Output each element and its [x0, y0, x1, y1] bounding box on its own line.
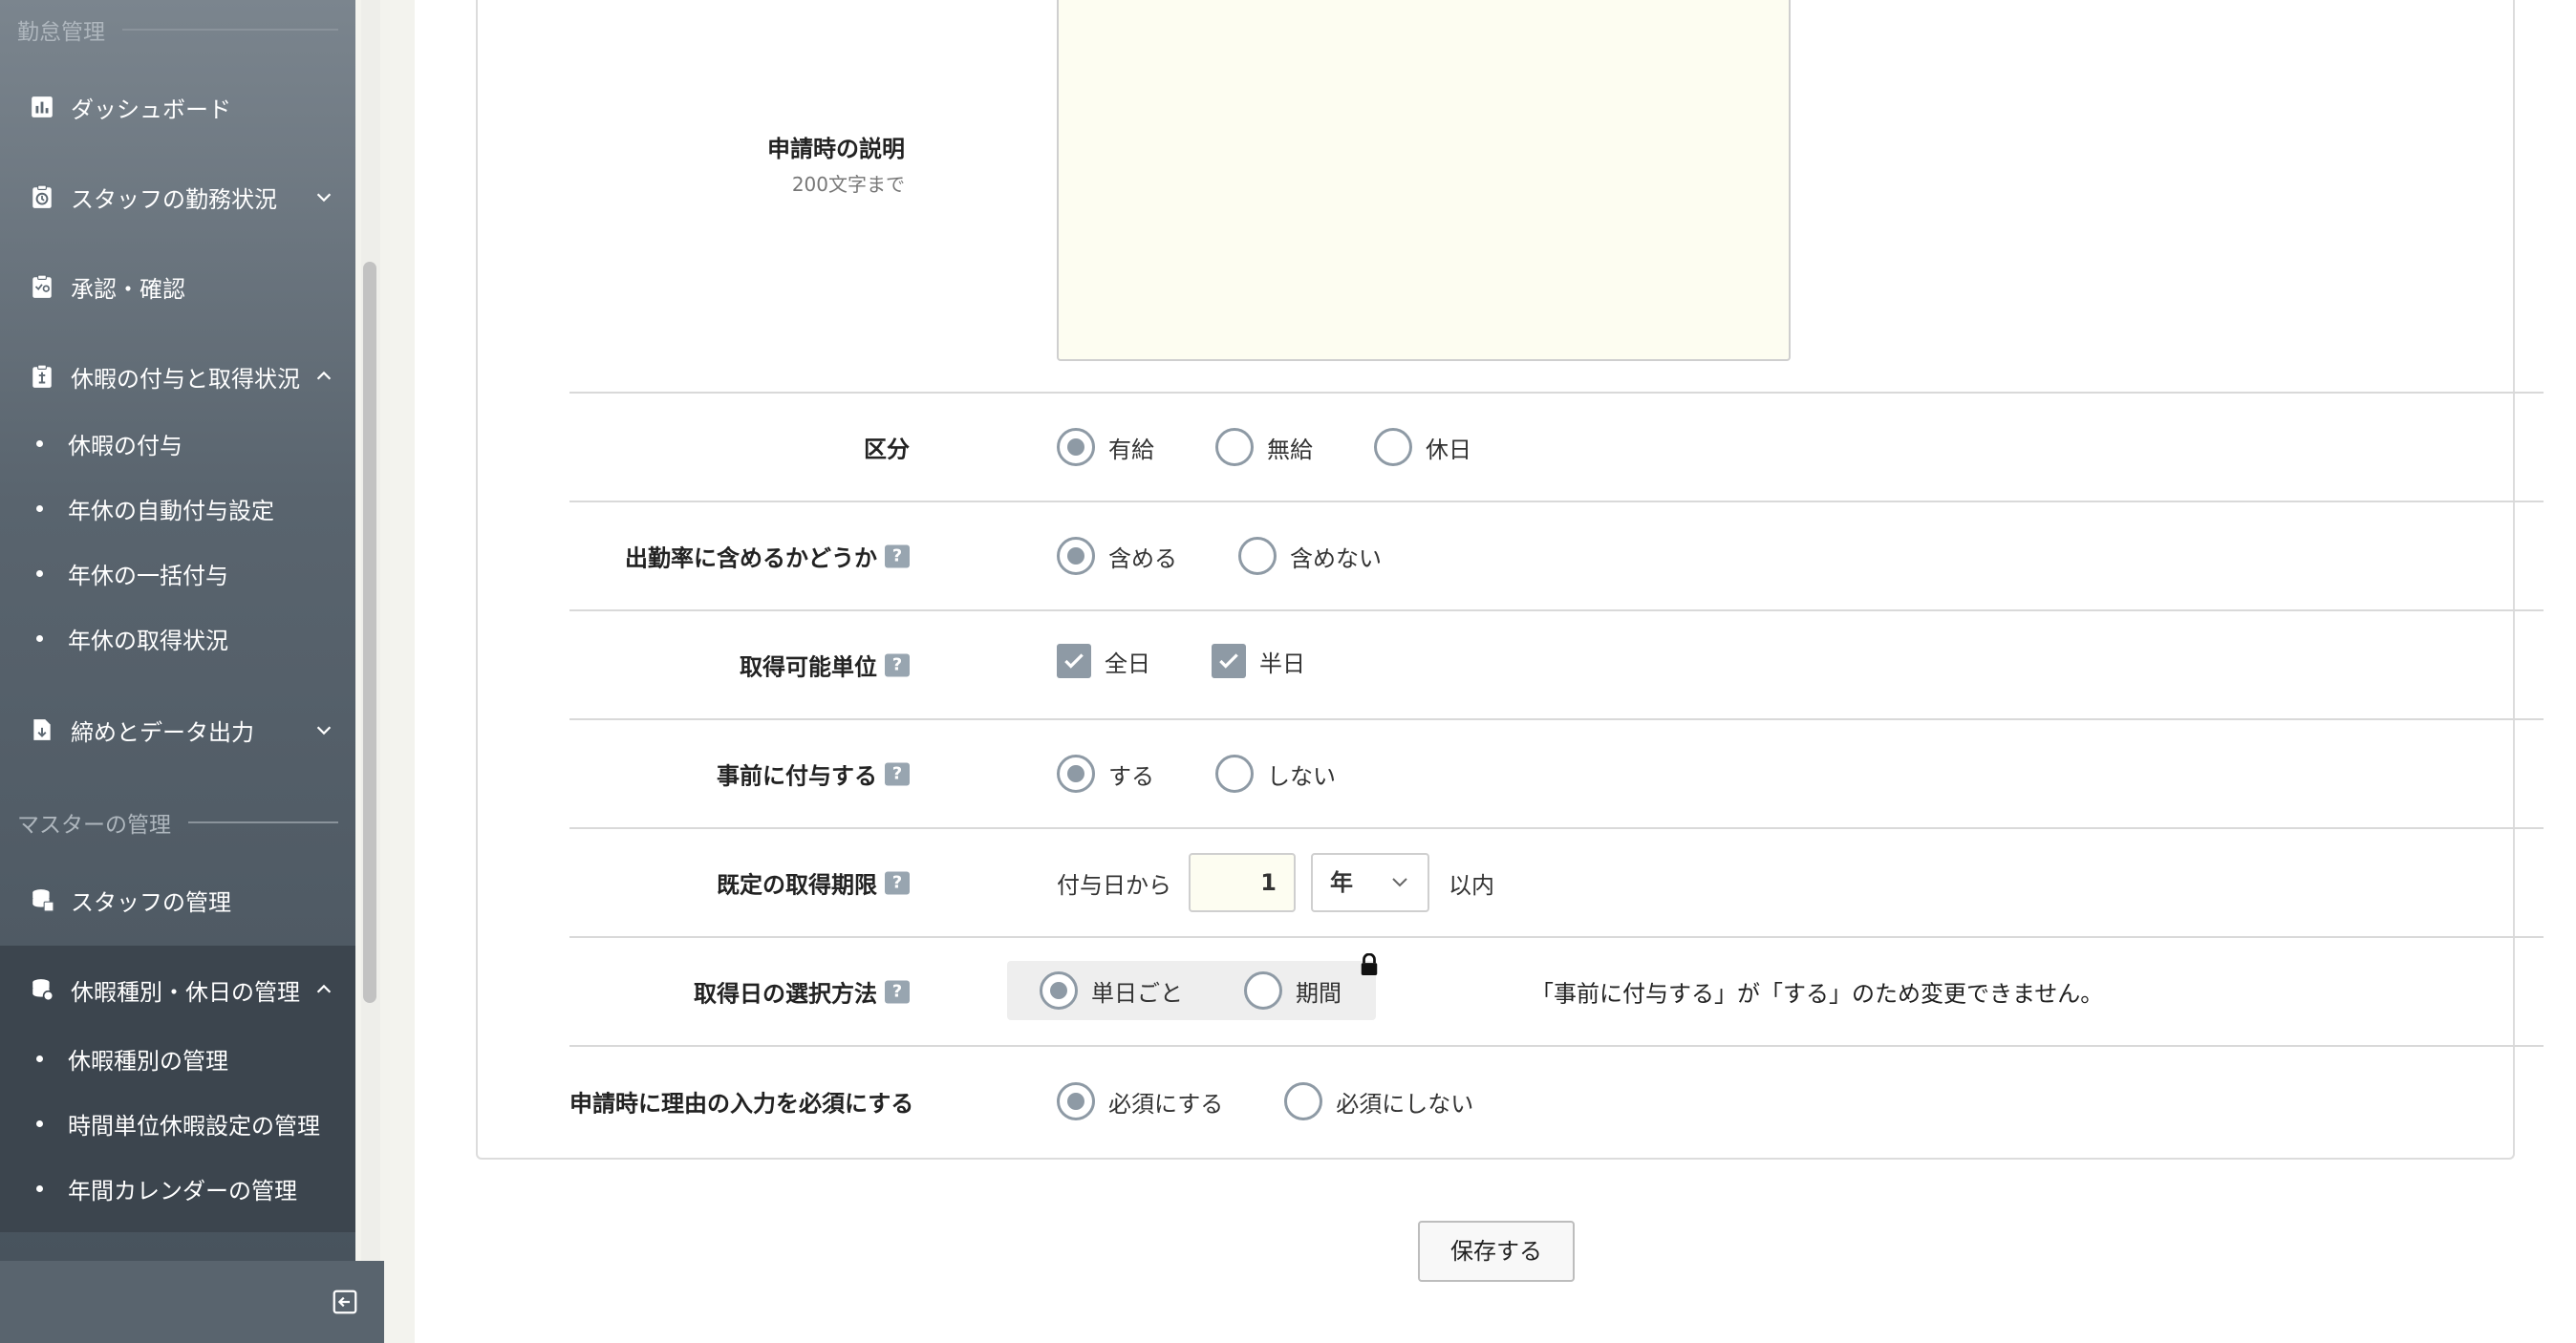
row-category: 区分 有給 無給 休日 [569, 394, 2544, 502]
radio-single-day: 単日ごと [1040, 971, 1183, 1010]
leave-clipboard-icon [29, 363, 55, 390]
row-date-method: 取得日の選択方法? 単日ごと 期間 「事前に付与する」が「する」のため変更できま… [569, 938, 2544, 1047]
save-button[interactable]: 保存する [1418, 1221, 1575, 1282]
sidebar: 勤怠管理 ダッシュボード スタッフの勤務状況 承認・確認 休暇の付与と取得状況 … [0, 0, 384, 1343]
period-unit-select[interactable]: 年 [1311, 853, 1429, 912]
radio-unpaid[interactable]: 無給 [1215, 428, 1313, 466]
radio-required[interactable]: 必須にする [1057, 1082, 1223, 1120]
radio-paid[interactable]: 有給 [1057, 428, 1154, 466]
units-checkbox-group: 全日 半日 [1057, 644, 1366, 678]
category-label: 区分 [864, 436, 910, 463]
help-icon[interactable]: ? [885, 762, 910, 785]
date-method-locked-group: 単日ごと 期間 [1007, 961, 1376, 1020]
layout-gutter [384, 0, 415, 1343]
sidebar-subitem-leave-status[interactable]: 年休の取得状況 [0, 611, 355, 665]
reason-required-label: 申請時に理由の入力を必須にする [569, 1090, 914, 1118]
sidebar-item-staff-attendance[interactable]: スタッフの勤務状況 [0, 168, 355, 225]
chevron-down-icon [316, 726, 332, 735]
attendance-rate-radio-group: 含める 含めない [1057, 537, 1443, 575]
chevron-up-icon [316, 371, 332, 380]
sidebar-scrollbar-thumb[interactable] [363, 262, 376, 1003]
description-textarea[interactable] [1057, 0, 1791, 361]
help-icon[interactable]: ? [885, 980, 910, 1003]
chevron-down-icon [316, 193, 332, 203]
date-method-label: 取得日の選択方法? [694, 975, 910, 1009]
row-units: 取得可能単位? 全日 半日 [569, 611, 2544, 720]
leave-type-form: 申請時の説明 200文字まで 区分 有給 無給 休日 出勤率に含めるかどうか? … [476, 0, 2544, 1160]
advance-grant-radio-group: する しない [1057, 755, 1397, 793]
chart-icon [29, 94, 55, 120]
help-icon[interactable]: ? [885, 871, 910, 894]
sidebar-item-dashboard[interactable]: ダッシュボード [0, 78, 355, 136]
sidebar-subitem-hourly-leave[interactable]: 時間単位休暇設定の管理 [0, 1097, 355, 1150]
locked-note: 「事前に付与する」が「する」のため変更できません。 [1531, 980, 2104, 1008]
sidebar-subitem-leave-grant[interactable]: 休暇の付与 [0, 416, 355, 470]
sidebar-item-staff-management[interactable]: スタッフの管理 [0, 871, 355, 928]
sidebar-subitem-leave-type-management[interactable]: 休暇種別の管理 [0, 1032, 355, 1085]
units-label: 取得可能単位? [740, 649, 910, 682]
radio-include[interactable]: 含める [1057, 537, 1177, 575]
chevron-down-icon [1392, 878, 1407, 887]
default-period-controls: 付与日から 1 年 以内 [1057, 853, 1494, 912]
help-icon[interactable]: ? [885, 653, 910, 676]
section-header-master: マスターの管理 [17, 806, 338, 839]
sidebar-item-approval[interactable]: 承認・確認 [0, 258, 355, 315]
lock-icon [1361, 953, 1378, 975]
period-suffix-text: 以内 [1449, 871, 1494, 899]
sidebar-nav: 勤怠管理 ダッシュボード スタッフの勤務状況 承認・確認 休暇の付与と取得状況 … [0, 0, 355, 1261]
database-icon [29, 886, 55, 913]
sidebar-item-leave-types[interactable]: 休暇種別・休日の管理 [0, 961, 355, 1018]
sidebar-subitem-annual-calendar[interactable]: 年間カレンダーの管理 [0, 1162, 355, 1215]
main-content: 申請時の説明 200文字まで 区分 有給 無給 休日 出勤率に含めるかどうか? … [415, 0, 2576, 1343]
collapse-sidebar-icon[interactable] [331, 1288, 359, 1316]
sidebar-item-leave-grant[interactable]: 休暇の付与と取得状況 [0, 348, 355, 405]
checkmark-icon [1212, 644, 1246, 678]
checkmark-icon [1057, 644, 1091, 678]
row-default-period: 既定の取得期限? 付与日から 1 年 以内 [569, 829, 2544, 938]
radio-grant-yes[interactable]: する [1057, 755, 1154, 793]
reason-required-radio-group: 必須にする 必須にしない [1057, 1082, 1535, 1120]
default-period-label: 既定の取得期限? [717, 866, 910, 900]
clock-clipboard-icon [29, 183, 55, 210]
row-advance-grant: 事前に付与する? する しない [569, 720, 2544, 829]
category-radio-group: 有給 無給 休日 [1057, 428, 1533, 466]
database-settings-icon [29, 976, 55, 1003]
approval-icon [29, 273, 55, 300]
checkbox-full-day[interactable]: 全日 [1057, 644, 1150, 678]
row-description: 申請時の説明 200文字まで [569, 0, 2544, 394]
radio-holiday[interactable]: 休日 [1374, 428, 1471, 466]
description-label: 申請時の説明 200文字まで [767, 136, 905, 196]
advance-grant-label: 事前に付与する? [717, 757, 910, 791]
chevron-up-icon [316, 984, 332, 993]
sidebar-item-closing-export[interactable]: 締めとデータ出力 [0, 701, 355, 758]
row-reason-required: 申請時に理由の入力を必須にする 必須にする 必須にしない [569, 1047, 2544, 1156]
section-header-attendance: 勤怠管理 [17, 13, 338, 46]
row-attendance-rate: 出勤率に含めるかどうか? 含める 含めない [569, 502, 2544, 611]
radio-not-required[interactable]: 必須にしない [1284, 1082, 1473, 1120]
sidebar-subitem-auto-grant[interactable]: 年休の自動付与設定 [0, 481, 355, 535]
help-icon[interactable]: ? [885, 544, 910, 567]
checkbox-half-day[interactable]: 半日 [1212, 644, 1305, 678]
radio-grant-no[interactable]: しない [1215, 755, 1336, 793]
period-prefix-text: 付与日から [1057, 871, 1171, 899]
period-number-input[interactable]: 1 [1189, 853, 1296, 912]
sidebar-footer [0, 1261, 384, 1343]
sidebar-subitem-bulk-grant[interactable]: 年休の一括付与 [0, 546, 355, 600]
radio-exclude[interactable]: 含めない [1238, 537, 1382, 575]
radio-period: 期間 [1244, 971, 1342, 1010]
export-icon [29, 716, 55, 743]
attendance-rate-label: 出勤率に含めるかどうか? [625, 540, 910, 573]
